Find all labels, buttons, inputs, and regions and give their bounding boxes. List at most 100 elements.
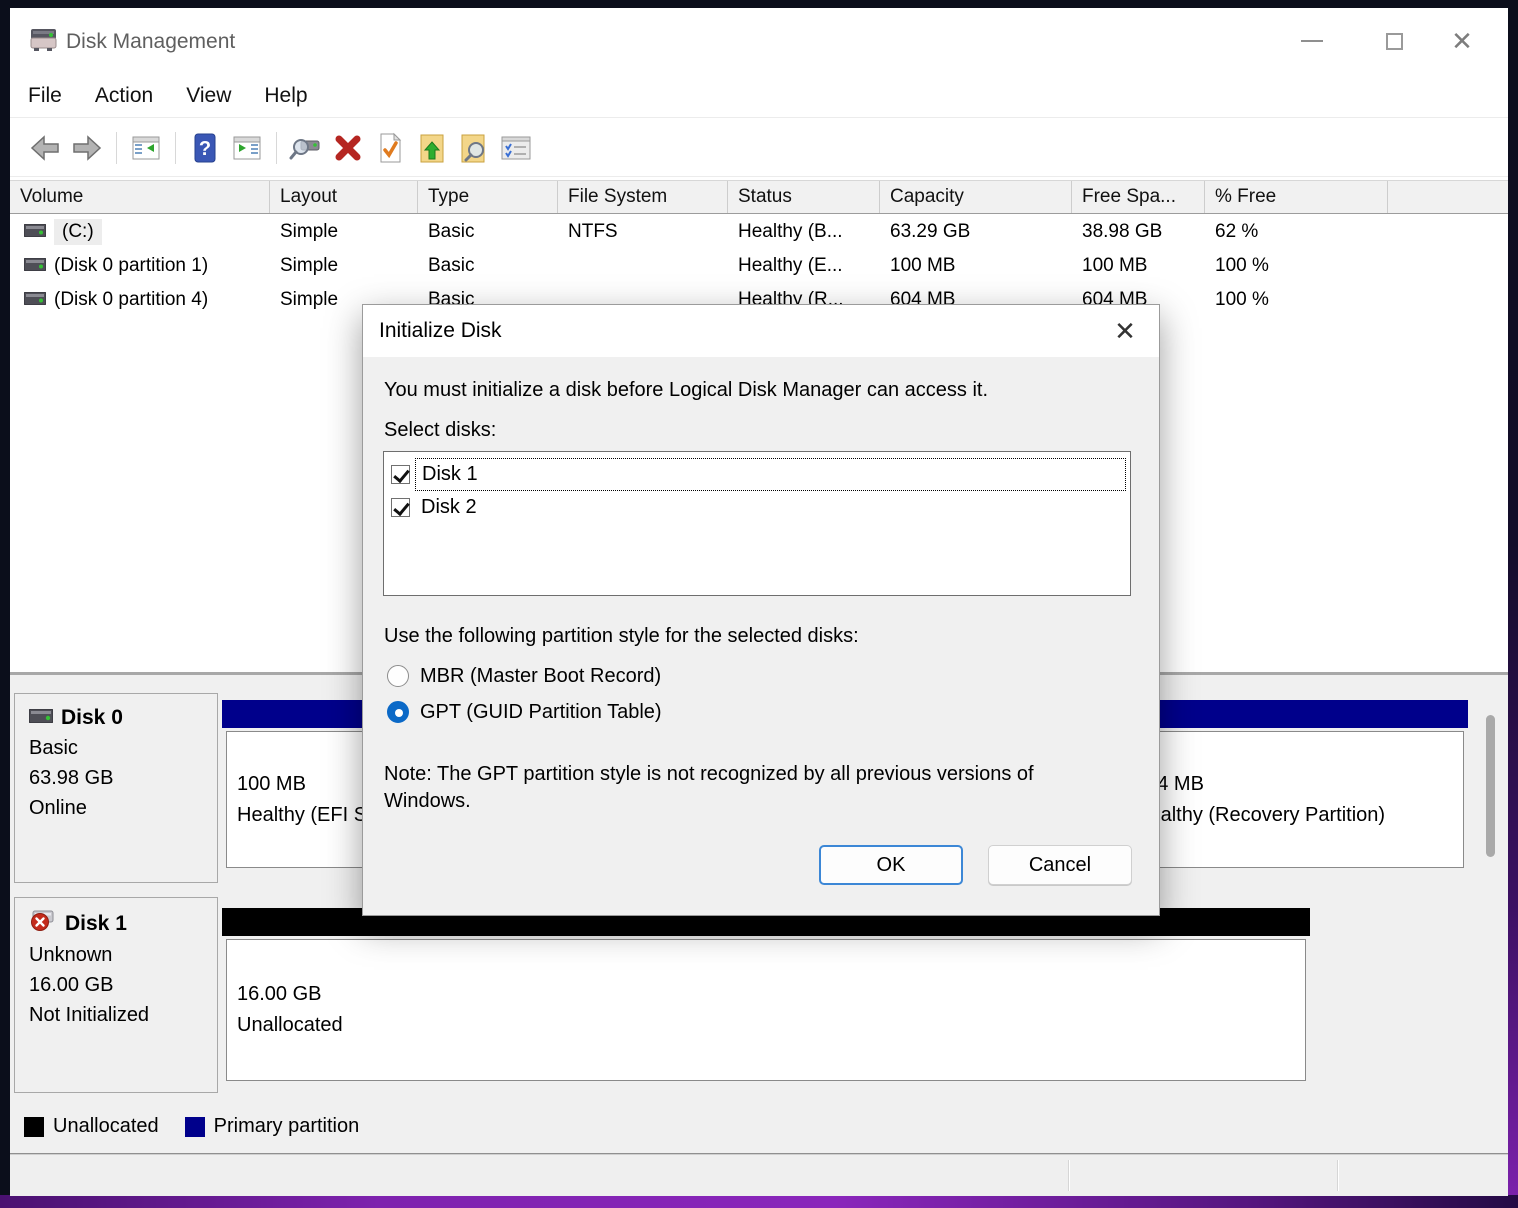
- primary-partition-swatch: [185, 1117, 205, 1137]
- gpt-radio-row[interactable]: GPT (GUID Partition Table): [387, 697, 662, 727]
- column-header-capacity[interactable]: Capacity: [880, 181, 1072, 213]
- legend-item-primary: Primary partition: [185, 1115, 360, 1138]
- check-document-icon: [376, 132, 404, 164]
- volume-type: Basic: [418, 249, 558, 283]
- menu-help[interactable]: Help: [264, 84, 324, 108]
- volume-capacity: 100 MB: [880, 249, 1072, 283]
- folder-search-icon: [459, 132, 489, 164]
- help-button[interactable]: ?: [184, 128, 226, 168]
- cancel-button[interactable]: Cancel: [988, 845, 1132, 885]
- volume-table: (C:) Simple Basic NTFS Healthy (B... 63.…: [10, 215, 1508, 317]
- column-header-type[interactable]: Type: [418, 181, 558, 213]
- disk-list-item[interactable]: Disk 1: [384, 458, 1130, 491]
- disk-error-icon: [29, 910, 57, 937]
- table-row[interactable]: (Disk 0 partition 1) Simple Basic Health…: [10, 249, 1508, 283]
- disk-name: Disk 0: [61, 706, 123, 730]
- volume-table-header: Volume Layout Type File System Status Ca…: [10, 180, 1508, 214]
- properties-button[interactable]: [495, 128, 537, 168]
- close-icon: ✕: [1451, 28, 1473, 54]
- volume-status: Healthy (B...: [728, 215, 880, 249]
- menu-bar: File Action View Help: [10, 74, 1508, 118]
- maximize-icon: [1386, 33, 1403, 50]
- delete-button[interactable]: [327, 128, 369, 168]
- column-header-file-system[interactable]: File System: [558, 181, 728, 213]
- folder-search-button[interactable]: [453, 128, 495, 168]
- disk-name: Disk 1: [65, 912, 127, 936]
- menu-file[interactable]: File: [28, 84, 79, 108]
- close-button[interactable]: ✕: [1430, 8, 1494, 74]
- folder-up-button[interactable]: [411, 128, 453, 168]
- mbr-radio-row[interactable]: MBR (Master Boot Record): [387, 661, 661, 691]
- volume-layout: Simple: [270, 215, 418, 249]
- partition-recovery[interactable]: 604 MB Healthy (Recovery Partition): [1110, 700, 1468, 870]
- mbr-radio[interactable]: [387, 665, 409, 687]
- disk-size: 63.98 GB: [29, 767, 217, 790]
- table-row[interactable]: (C:) Simple Basic NTFS Healthy (B... 63.…: [10, 215, 1508, 249]
- column-header-pct-free[interactable]: % Free: [1205, 181, 1388, 213]
- volume-free-space: 100 MB: [1072, 249, 1205, 283]
- check-document-button[interactable]: [369, 128, 411, 168]
- toolbar-separator: [175, 132, 176, 164]
- vertical-scrollbar-thumb[interactable]: [1486, 715, 1495, 857]
- column-header-status[interactable]: Status: [728, 181, 880, 213]
- disk1-label-panel[interactable]: Disk 1 Unknown 16.00 GB Not Initialized: [14, 897, 218, 1093]
- column-header-layout[interactable]: Layout: [270, 181, 418, 213]
- partition-size: 604 MB: [1135, 769, 1463, 800]
- rescan-disks-icon: [289, 133, 323, 163]
- disk-list-item[interactable]: Disk 2: [384, 491, 1130, 524]
- delete-icon: [333, 133, 363, 163]
- window-title: Disk Management: [66, 30, 235, 54]
- volume-name: (C:): [54, 219, 102, 245]
- gpt-radio[interactable]: [387, 701, 409, 723]
- help-icon: ?: [191, 132, 219, 164]
- disk2-checkbox[interactable]: [391, 498, 410, 517]
- partition-size: 16.00 GB: [237, 979, 1305, 1010]
- dialog-body: You must initialize a disk before Logica…: [363, 357, 1159, 915]
- forward-icon: [71, 134, 103, 162]
- svg-text:?: ?: [199, 138, 211, 160]
- show-action-pane-button[interactable]: [226, 128, 268, 168]
- partition-status: Healthy (Recovery Partition): [1135, 800, 1463, 831]
- select-disks-label: Select disks:: [384, 419, 496, 442]
- status-bar-separator: [1337, 1160, 1339, 1191]
- column-header-volume[interactable]: Volume: [10, 181, 270, 213]
- volume-disk-icon: [24, 255, 46, 277]
- volume-pct-free: 100 %: [1205, 249, 1388, 283]
- legend: Unallocated Primary partition: [24, 1115, 385, 1138]
- legend-label: Primary partition: [214, 1115, 360, 1138]
- ok-button[interactable]: OK: [819, 845, 963, 885]
- dialog-title: Initialize Disk: [379, 319, 502, 343]
- minimize-button[interactable]: [1280, 8, 1344, 74]
- disk-type: Unknown: [29, 944, 217, 967]
- toolbar-separator: [116, 132, 117, 164]
- disk-status: Online: [29, 797, 217, 820]
- rescan-disks-button[interactable]: [285, 128, 327, 168]
- unallocated-region[interactable]: 16.00 GB Unallocated: [222, 908, 1310, 1083]
- legend-label: Unallocated: [53, 1115, 159, 1138]
- folder-up-icon: [418, 132, 446, 164]
- column-header-extra: [1388, 181, 1508, 213]
- volume-status: Healthy (E...: [728, 249, 880, 283]
- menu-view[interactable]: View: [186, 84, 248, 108]
- disk0-label-panel[interactable]: Disk 0 Basic 63.98 GB Online: [14, 693, 218, 883]
- maximize-button[interactable]: [1362, 8, 1426, 74]
- disk-status: Not Initialized: [29, 1004, 217, 1027]
- desktop-wallpaper-bottom: [0, 1195, 1518, 1208]
- close-icon: ✕: [1114, 316, 1136, 347]
- disk-type: Basic: [29, 737, 217, 760]
- disk1-checkbox[interactable]: [391, 465, 410, 484]
- disk-listbox: Disk 1 Disk 2: [383, 451, 1131, 596]
- desktop-wallpaper-edge: [1507, 0, 1518, 1208]
- show-console-tree-button[interactable]: [125, 128, 167, 168]
- volume-name: (Disk 0 partition 4): [54, 289, 208, 311]
- column-header-free-space[interactable]: Free Spa...: [1072, 181, 1205, 213]
- menu-action[interactable]: Action: [95, 84, 170, 108]
- back-icon: [29, 134, 61, 162]
- forward-button[interactable]: [66, 128, 108, 168]
- volume-file-system: [558, 249, 728, 283]
- toolbar-separator: [276, 132, 277, 164]
- dialog-close-button[interactable]: ✕: [1105, 311, 1145, 351]
- back-button[interactable]: [24, 128, 66, 168]
- volume-disk-icon: [24, 289, 46, 311]
- status-bar: [10, 1154, 1508, 1196]
